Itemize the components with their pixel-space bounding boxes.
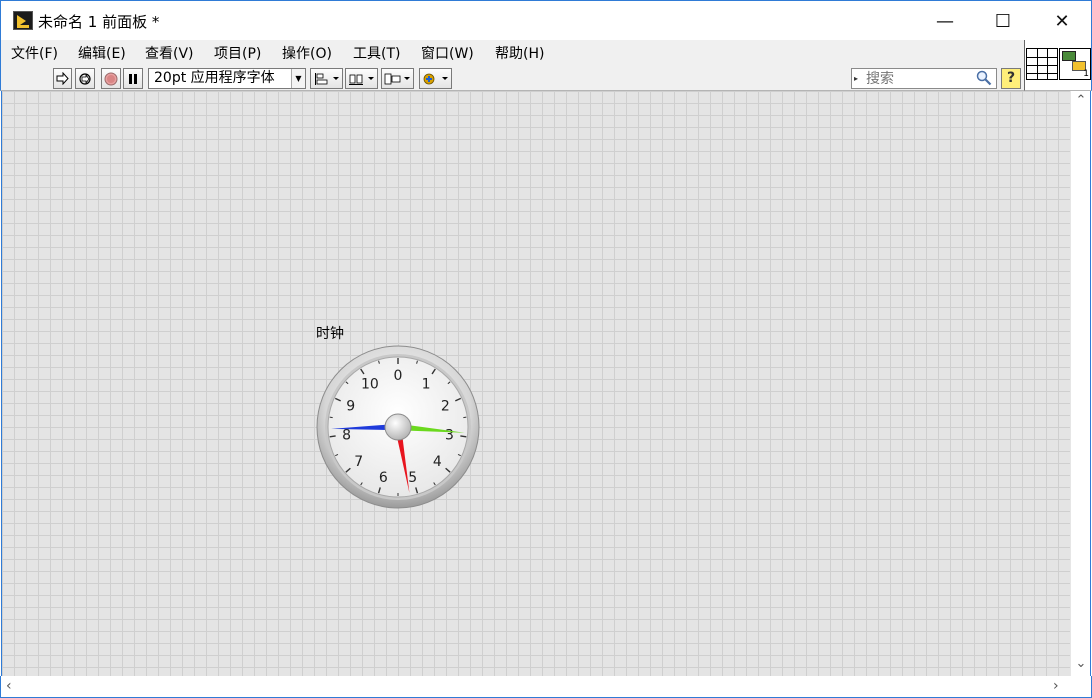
clock-tick-label: 10: [361, 376, 379, 392]
clock-hub: [384, 413, 412, 441]
context-help-button[interactable]: ?: [1001, 68, 1021, 89]
menu-window[interactable]: 窗口(W): [421, 43, 474, 63]
menu-help[interactable]: 帮助(H): [495, 43, 544, 63]
vi-icon[interactable]: 1: [1059, 48, 1091, 80]
title-bar: 未命名 1 前面板 * — ☐ ✕: [0, 0, 1092, 40]
clock-gauge[interactable]: 0 12 345 678 9 10: [314, 343, 482, 511]
close-button[interactable]: ✕: [1033, 1, 1091, 41]
clock-major-tick: [329, 435, 336, 438]
scroll-up-icon[interactable]: ⌃: [1071, 93, 1091, 111]
reorder-icon[interactable]: [419, 68, 452, 89]
clock-major-tick: [460, 435, 467, 438]
pause-icon[interactable]: [123, 68, 143, 89]
menu-project[interactable]: 项目(P): [214, 43, 261, 63]
clock-label: 时钟: [316, 326, 344, 342]
horizontal-scrollbar[interactable]: ‹ ›: [0, 676, 1092, 698]
vertical-scrollbar[interactable]: ⌃ ⌄: [1070, 91, 1091, 676]
menu-operate[interactable]: 操作(O): [282, 43, 332, 63]
menu-view[interactable]: 查看(V): [145, 43, 194, 63]
menu-edit[interactable]: 编辑(E): [78, 43, 126, 63]
menu-bar: 文件(F) 编辑(E) 查看(V) 项目(P) 操作(O) 工具(T) 窗口(W…: [0, 40, 1024, 65]
clock-tick-label: 4: [433, 454, 442, 470]
connector-pane[interactable]: [1026, 48, 1058, 80]
run-arrow-icon[interactable]: [53, 68, 72, 89]
scroll-down-icon[interactable]: ⌄: [1071, 656, 1091, 674]
magnifier-icon[interactable]: [976, 70, 992, 90]
search-options-icon[interactable]: ▸: [854, 74, 858, 83]
clock-tick-label: 6: [379, 470, 388, 486]
scroll-right-icon[interactable]: ›: [1053, 678, 1059, 694]
labview-app-icon: [13, 11, 33, 30]
minimize-button[interactable]: —: [916, 1, 974, 41]
menu-file[interactable]: 文件(F): [11, 43, 58, 63]
search-input[interactable]: [866, 70, 976, 87]
distribute-objects-icon[interactable]: [345, 68, 378, 89]
chevron-down-icon: ▼: [291, 69, 305, 88]
font-select[interactable]: 20pt 应用程序字体 ▼: [148, 68, 306, 89]
menu-tools[interactable]: 工具(T): [353, 43, 400, 63]
font-select-value: 20pt 应用程序字体: [154, 70, 275, 86]
clock-tick-label: 5: [408, 470, 417, 486]
clock-tick-label: 3: [445, 427, 454, 443]
abort-icon[interactable]: [101, 68, 121, 89]
resize-objects-icon[interactable]: [381, 68, 414, 89]
window-title: 未命名 1 前面板 *: [38, 13, 160, 31]
run-continuously-icon[interactable]: [75, 68, 95, 89]
align-objects-icon[interactable]: [310, 68, 343, 89]
connector-pane-area: 1: [1024, 40, 1092, 91]
clock-tick-label: 9: [346, 398, 355, 414]
search-box: ▸: [851, 68, 997, 89]
toolbar: 20pt 应用程序字体 ▼ ▸ ?: [0, 65, 1024, 91]
clock-tick-label: 1: [422, 376, 431, 392]
front-panel-canvas[interactable]: 时钟 0 1 2 3 4 5 6 7 8 9 10: [1, 91, 1070, 676]
clock-tick-label: 0: [394, 368, 403, 384]
scroll-left-icon[interactable]: ‹: [6, 678, 12, 694]
clock-tick-label: 2: [441, 398, 450, 414]
clock-tick-label: 8: [342, 427, 351, 443]
clock-tick-label: 7: [354, 454, 363, 470]
maximize-button[interactable]: ☐: [974, 1, 1032, 41]
